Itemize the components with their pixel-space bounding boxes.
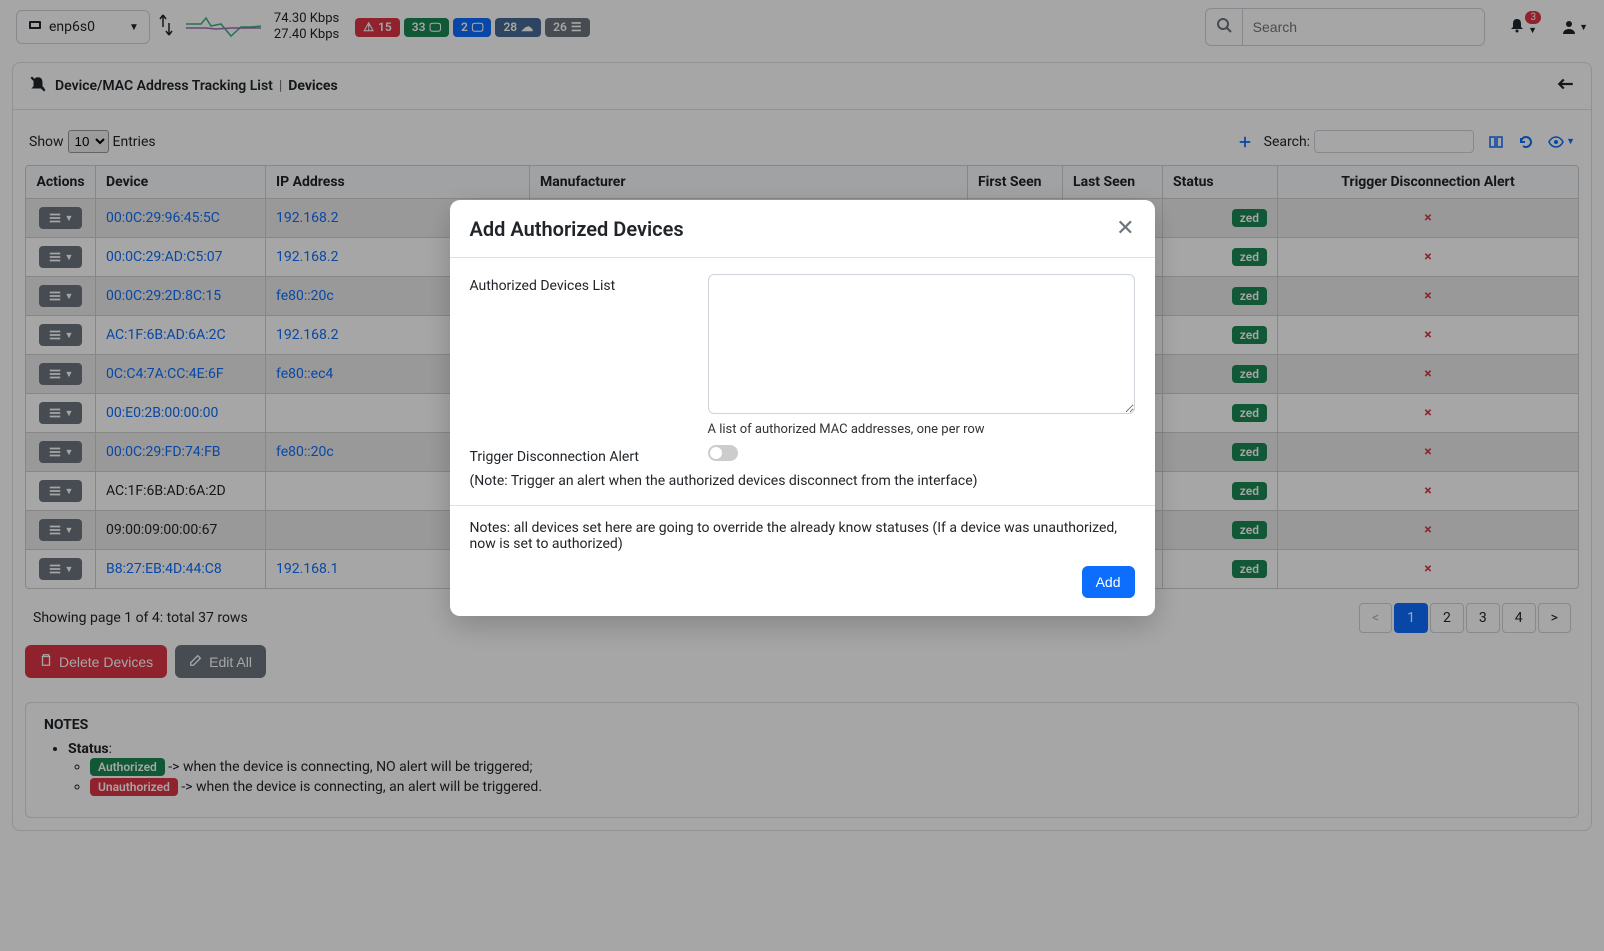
trigger-alert-toggle[interactable] [708, 445, 738, 461]
modal-footer-note: Notes: all devices set here are going to… [450, 505, 1155, 566]
field-trigger-alert: Trigger Disconnection Alert [470, 445, 1135, 465]
authorized-list-help: A list of authorized MAC addresses, one … [708, 422, 1135, 437]
modal-title: Add Authorized Devices [470, 217, 684, 241]
modal-close-button[interactable]: ✕ [1116, 216, 1134, 241]
modal-add-button[interactable]: Add [1082, 566, 1135, 598]
modal-body: Authorized Devices List A list of author… [450, 258, 1155, 505]
authorized-list-textarea[interactable] [708, 274, 1135, 414]
trigger-alert-note: (Note: Trigger an alert when the authori… [470, 473, 1135, 489]
trigger-alert-label: Trigger Disconnection Alert [470, 445, 690, 465]
add-authorized-devices-modal: Add Authorized Devices ✕ Authorized Devi… [450, 200, 1155, 616]
field-authorized-list: Authorized Devices List A list of author… [470, 274, 1135, 437]
authorized-list-label: Authorized Devices List [470, 274, 690, 437]
modal-overlay[interactable]: Add Authorized Devices ✕ Authorized Devi… [0, 0, 1604, 951]
modal-header: Add Authorized Devices ✕ [450, 200, 1155, 258]
